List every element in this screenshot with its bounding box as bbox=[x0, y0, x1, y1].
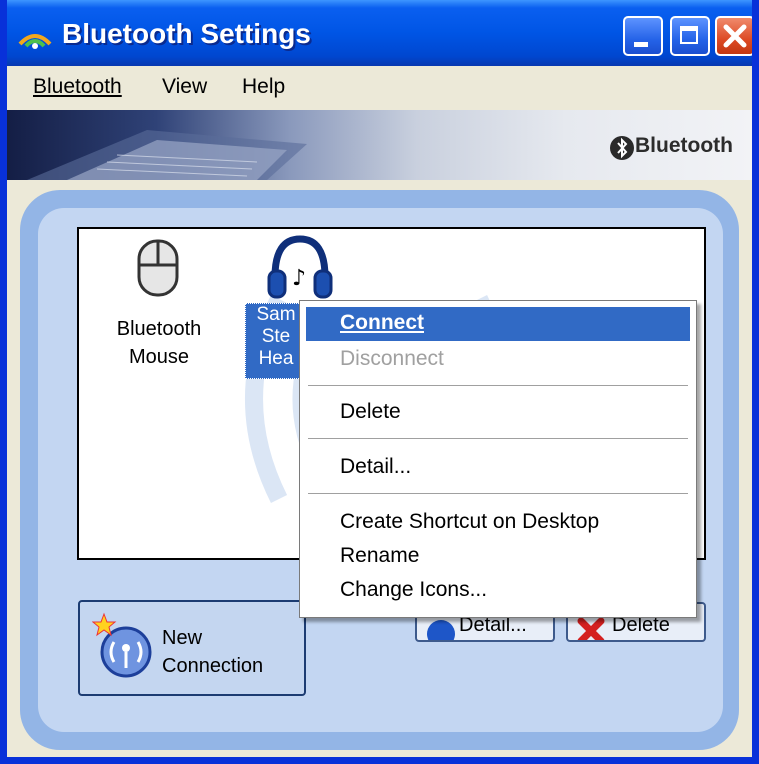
bluetooth-settings-window: Bluetooth Settings Bluetooth View Help B… bbox=[0, 0, 759, 764]
window-frame bbox=[0, 0, 759, 764]
